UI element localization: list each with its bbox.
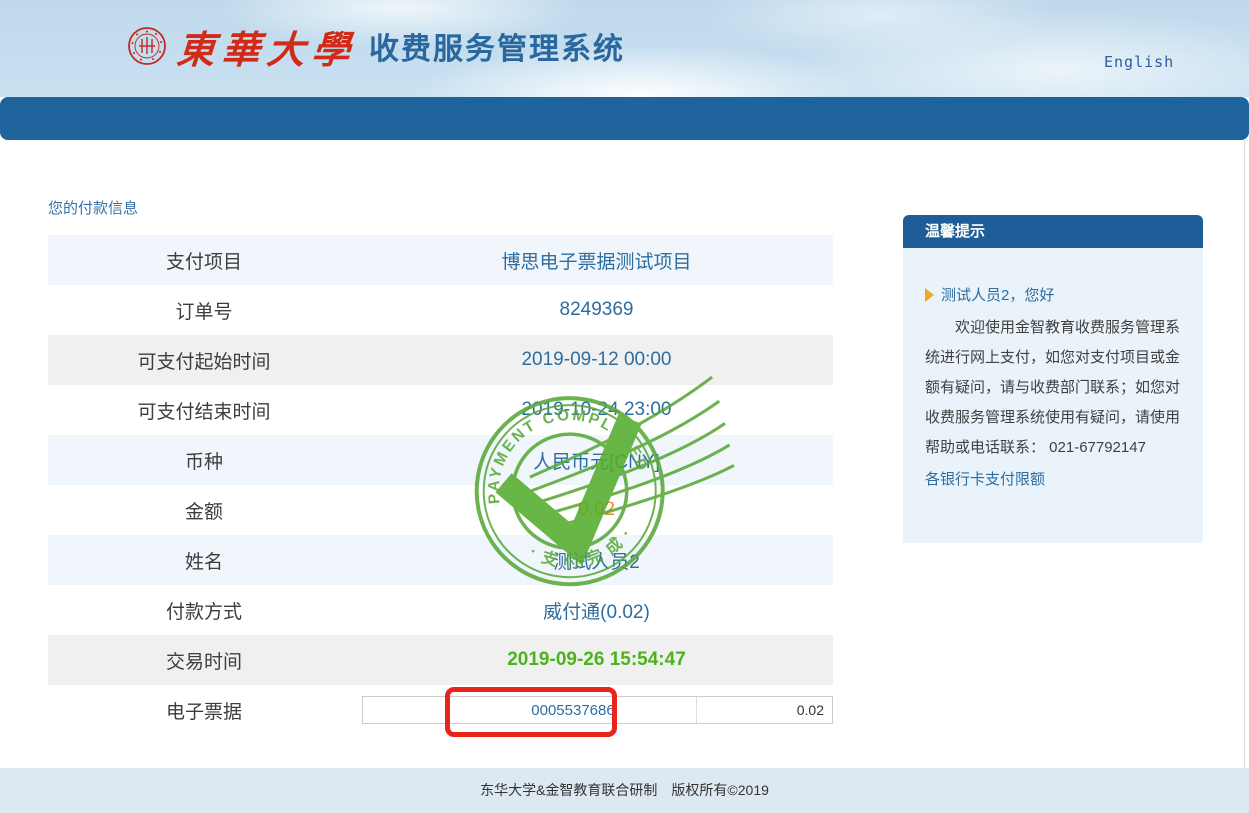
row-value: 8249369 xyxy=(360,299,833,321)
row-label: 订单号 xyxy=(48,297,360,324)
row-value: 人民币元[CNY] xyxy=(360,447,833,474)
row-label: 交易时间 xyxy=(48,647,360,674)
main-navbar xyxy=(0,97,1249,140)
greeting-text: 测试人员2，您好 xyxy=(941,284,1054,305)
university-name: 東華大學 xyxy=(175,19,359,74)
arrow-right-icon xyxy=(925,288,934,302)
invoice-inner-table: 0005537686 0.02 xyxy=(362,696,833,724)
table-row: 可支付起始时间 2019-09-12 00:00 xyxy=(48,335,833,385)
row-value: 2019-09-12 00:00 xyxy=(360,349,833,371)
row-label: 金额 xyxy=(48,497,360,524)
table-row: 订单号 8249369 xyxy=(48,285,833,335)
table-row: 付款方式 威付通(0.02) xyxy=(48,585,833,635)
bank-card-limit-link[interactable]: 各银行卡支付限额 xyxy=(925,468,1045,489)
user-greeting: 测试人员2，您好 xyxy=(925,284,1183,305)
header-banner: 東華大學 收费服务管理系统 English xyxy=(0,0,1249,97)
row-label: 姓名 xyxy=(48,547,360,574)
welcome-message: 欢迎使用金智教育收费服务管理系统进行网上支付，如您对支付项目或金额有疑问，请与收… xyxy=(925,313,1183,463)
invoice-number-link[interactable]: 0005537686 xyxy=(450,697,697,723)
footer-copyright: 东华大学&金智教育联合研制 版权所有©2019 xyxy=(0,768,1249,813)
transaction-time-value: 2019-09-26 15:54:47 xyxy=(360,649,833,671)
invoice-empty-cell xyxy=(363,697,450,723)
table-row: 姓名 测试人员2 xyxy=(48,535,833,585)
logo-row: 東華大學 收费服务管理系统 xyxy=(127,16,625,76)
table-row: 可支付结束时间 2019-10-24 23:00 xyxy=(48,385,833,435)
row-label: 可支付结束时间 xyxy=(48,397,360,424)
english-language-link[interactable]: English xyxy=(1104,53,1174,71)
row-value: 2019-10-24 23:00 xyxy=(360,399,833,421)
university-seal-icon xyxy=(127,26,167,66)
invoice-row: 电子票据 0005537686 0.02 xyxy=(48,685,833,735)
row-label: 可支付起始时间 xyxy=(48,347,360,374)
table-row: 币种 人民币元[CNY] xyxy=(48,435,833,485)
payment-info-table: 支付项目 博思电子票据测试项目 订单号 8249369 可支付起始时间 2019… xyxy=(48,235,833,735)
payment-result-page: 東華大學 收费服务管理系统 English 您的付款信息 支付项目 博思电子票据… xyxy=(0,0,1249,813)
table-row: 交易时间 2019-09-26 15:54:47 xyxy=(48,635,833,685)
row-value: 0.02 xyxy=(360,499,833,521)
row-value: 博思电子票据测试项目 xyxy=(360,247,833,274)
tips-panel-body: 测试人员2，您好 欢迎使用金智教育收费服务管理系统进行网上支付，如您对支付项目或… xyxy=(903,248,1203,543)
system-title: 收费服务管理系统 xyxy=(369,24,625,68)
row-label: 电子票据 xyxy=(48,697,360,724)
tips-panel-header: 温馨提示 xyxy=(903,215,1203,248)
row-label: 付款方式 xyxy=(48,597,360,624)
row-value: 威付通(0.02) xyxy=(360,597,833,624)
row-label: 币种 xyxy=(48,447,360,474)
row-value: 测试人员2 xyxy=(360,547,833,574)
table-row: 支付项目 博思电子票据测试项目 xyxy=(48,235,833,285)
row-label: 支付项目 xyxy=(48,247,360,274)
table-row: 金额 0.02 xyxy=(48,485,833,535)
invoice-amount: 0.02 xyxy=(697,697,832,723)
right-divider xyxy=(1244,140,1245,768)
payment-section-title: 您的付款信息 xyxy=(48,197,138,218)
